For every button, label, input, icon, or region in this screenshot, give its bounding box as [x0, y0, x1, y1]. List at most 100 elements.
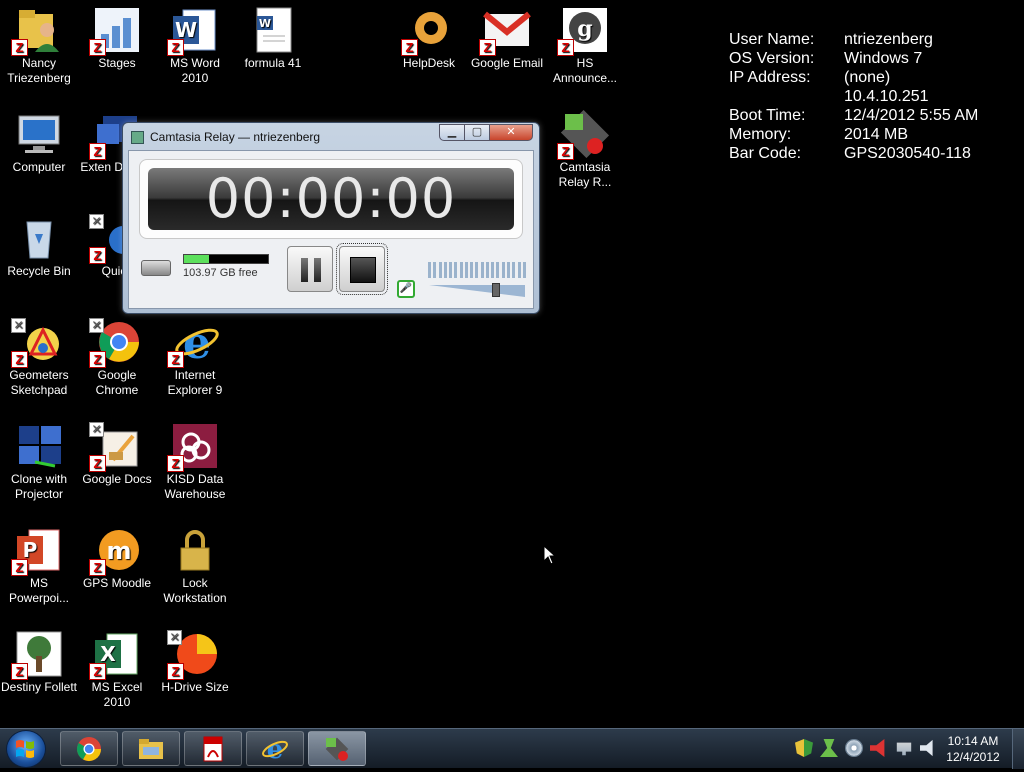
security-shield-icon[interactable] — [795, 739, 813, 757]
desktop-icon-camtasia-relay-r[interactable]: Z Camtasia Relay R... — [546, 104, 624, 190]
mouse-cursor-icon — [543, 545, 557, 565]
taskbar-camtasia-relay[interactable] — [308, 731, 366, 766]
desktop-icon-label: HelpDesk — [402, 56, 456, 70]
close-button[interactable]: ✕ — [489, 124, 533, 141]
desktop-icon-label: Google Docs — [82, 472, 152, 486]
audio-level-bar — [496, 262, 500, 278]
taskbar-adobe-reader[interactable] — [184, 731, 242, 766]
desktop-icon-label: Internet Explorer 9 — [167, 368, 223, 397]
chrome-icon: ✕ Z — [89, 318, 141, 368]
camtasia-relay-window[interactable]: Camtasia Relay — ntriezenberg ▁ ▢ ✕ 00:0… — [122, 122, 540, 314]
show-desktop-button[interactable] — [1012, 729, 1024, 769]
taskbar-clock[interactable]: 10:14 AM 12/4/2012 — [938, 733, 1008, 765]
camtasia-app-icon — [131, 130, 144, 144]
desktop-icon-label: Camtasia Relay R... — [558, 160, 612, 189]
desktop-icon-internet-explorer-9[interactable]: e Z Internet Explorer 9 — [156, 312, 234, 398]
powerpoint-icon: P Z — [11, 526, 63, 576]
desktop-icon-google-email[interactable]: Z Google Email — [468, 0, 546, 71]
minimize-button[interactable]: ▁ — [439, 124, 465, 141]
volume-ramp — [429, 285, 525, 297]
camtasia-relay-icon — [325, 737, 349, 761]
audio-level-bar — [428, 262, 431, 278]
muted-alert-icon[interactable] — [870, 739, 885, 757]
audio-level-bar — [470, 262, 474, 278]
update-disc-icon[interactable] — [845, 739, 863, 757]
lock-icon — [171, 526, 219, 574]
memory-label: Memory: — [729, 126, 792, 143]
network-icon[interactable] — [896, 742, 912, 756]
desktop-icon-ms-powerpoint[interactable]: P Z MS Powerpoi... — [0, 520, 78, 606]
os-version-label: OS Version: — [729, 50, 815, 67]
desktop-icon-geometers-sketchpad[interactable]: ✕ Z Geometers Sketchpad — [0, 312, 78, 398]
boot-time-label: Boot Time: — [729, 107, 806, 124]
microphone-icon[interactable]: 🎤 — [397, 280, 415, 298]
desktop-icon-kisd-data-warehouse[interactable]: Z KISD Data Warehouse — [156, 416, 234, 502]
disk-space: 103.97 GB free — [141, 254, 269, 279]
volume-slider[interactable] — [429, 282, 525, 300]
user-folder-icon: Z — [11, 6, 63, 56]
desktop-icon-label: Geometers Sketchpad — [9, 368, 69, 397]
desktop-icon-stages[interactable]: Z Stages — [78, 0, 156, 71]
stop-button[interactable] — [336, 243, 388, 295]
recycle-bin-icon — [15, 214, 63, 262]
desktop-icon-nancy-triezenberg[interactable]: Z Nancy Triezenberg — [0, 0, 78, 86]
bar-code-value: GPS2030540-118 — [844, 145, 971, 162]
start-button[interactable] — [6, 730, 46, 768]
desktop-icon-label: HS Announce... — [552, 56, 618, 85]
audio-level-bar — [475, 262, 479, 278]
desktop-icon-label: GPS Moodle — [82, 576, 152, 590]
os-version-value: Windows 7 — [844, 50, 923, 67]
window-controls: ▁ ▢ ✕ — [439, 124, 533, 141]
desktop-icon-computer[interactable]: Computer — [0, 104, 78, 175]
recorder-panel: 00:00:00 103.97 GB free 🎤 — [128, 150, 534, 309]
volume-slider-handle[interactable] — [492, 283, 500, 297]
timer-frame: 00:00:00 — [139, 159, 523, 239]
user-name-label: User Name: — [729, 31, 815, 48]
desktop-icon-gps-moodle[interactable]: m Z GPS Moodle — [78, 520, 156, 591]
desktop-icon-label: Lock Workstation — [163, 576, 227, 605]
taskbar: e 10:14 AM 12/4/2012 — [0, 728, 1024, 769]
desktop-icon-destiny-follett[interactable]: Z Destiny Follett — [0, 624, 78, 695]
chrome-icon — [76, 736, 101, 761]
data-warehouse-icon: Z — [167, 422, 219, 472]
desktop-icon-label: MS Word 2010 — [170, 56, 220, 85]
desktop-icon-label: H-Drive Size — [161, 680, 229, 694]
pie-chart-icon: ✕ Z — [167, 630, 219, 680]
desktop-icon-google-docs[interactable]: ✕ Z Google Docs — [78, 416, 156, 487]
desktop-icon-h-drive-size[interactable]: ✕ Z H-Drive Size — [156, 624, 234, 695]
pause-button[interactable] — [287, 246, 333, 292]
maximize-button[interactable]: ▢ — [464, 124, 490, 141]
stop-icon — [350, 257, 376, 283]
user-name-value: ntriezenberg — [844, 31, 933, 48]
svg-text:W: W — [259, 17, 271, 30]
desktop-icon-formula-41[interactable]: W formula 41 — [234, 0, 312, 71]
audio-level-bar — [501, 262, 505, 278]
audio-level-bar — [464, 262, 468, 278]
desktop-icon-ms-excel-2010[interactable]: X Z MS Excel 2010 — [78, 624, 156, 710]
svg-text:m: m — [106, 537, 131, 565]
desktop-icon-recycle-bin[interactable]: Recycle Bin — [0, 208, 78, 279]
network-agent-icon[interactable] — [820, 739, 838, 757]
desktop-icon-helpdesk[interactable]: Z HelpDesk — [390, 0, 468, 71]
taskbar-windows-explorer[interactable] — [122, 731, 180, 766]
desktop-icon-label: Destiny Follett — [0, 680, 78, 694]
word-icon: W Z — [167, 6, 219, 56]
taskbar-chrome[interactable] — [60, 731, 118, 766]
desktop-icon-clone-with-projector[interactable]: Clone with Projector — [0, 416, 78, 502]
ip-address-value-1: (none) — [844, 69, 891, 86]
ip-address-label: IP Address: — [729, 69, 811, 86]
gmail-icon: Z — [479, 6, 531, 56]
window-titlebar[interactable]: Camtasia Relay — ntriezenberg — [131, 127, 320, 147]
desktop-icon-ms-word-2010[interactable]: W Z MS Word 2010 — [156, 0, 234, 86]
disk-space-fill — [184, 255, 210, 263]
desktop-icon-google-chrome[interactable]: ✕ Z Google Chrome — [78, 312, 156, 398]
desktop-icon-label: Computer — [12, 160, 66, 174]
taskbar-internet-explorer[interactable]: e — [246, 731, 304, 766]
audio-level-bar — [449, 262, 453, 278]
audio-level-bar — [443, 262, 447, 278]
desktop-icon-lock-workstation[interactable]: Lock Workstation — [156, 520, 234, 606]
internet-explorer-icon: e Z — [167, 318, 219, 368]
desktop-icon-hs-announce[interactable]: g Z HS Announce... — [546, 0, 624, 86]
window-title: Camtasia Relay — ntriezenberg — [150, 130, 321, 144]
volume-icon[interactable] — [920, 739, 933, 757]
